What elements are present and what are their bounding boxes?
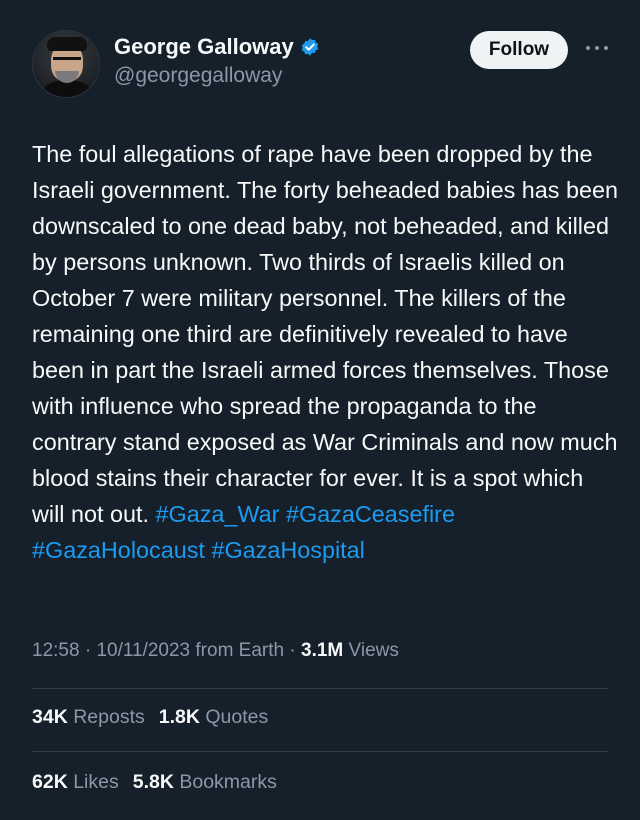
- author-handle[interactable]: @georgegalloway: [114, 64, 320, 88]
- tweet-body: The foul allegations of rape have been d…: [32, 141, 619, 527]
- follow-button[interactable]: Follow: [470, 31, 568, 69]
- divider: [32, 751, 608, 752]
- tweet-text: The foul allegations of rape have been d…: [32, 136, 622, 568]
- more-options-icon[interactable]: [582, 36, 612, 60]
- tweet-date[interactable]: 10/11/2023: [96, 640, 190, 661]
- tweet-meta: 12:58 · 10/11/2023 from Earth · 3.1M Vie…: [32, 640, 399, 661]
- likes-count: 62K: [32, 771, 68, 793]
- bookmarks-stat[interactable]: 5.8K Bookmarks: [133, 771, 277, 793]
- avatar[interactable]: [32, 30, 100, 98]
- bookmarks-label: Bookmarks: [179, 771, 277, 793]
- stats-row-reposts: 34K Reposts 1.8K Quotes: [32, 706, 282, 729]
- hashtag-link[interactable]: #GazaHospital: [211, 537, 364, 563]
- tweet-header: George Galloway @georgegalloway Follow: [32, 28, 620, 100]
- quotes-label: Quotes: [205, 706, 269, 728]
- hashtag-link[interactable]: #GazaCeasefire: [286, 501, 455, 527]
- avatar-body: [39, 81, 95, 97]
- reposts-count: 34K: [32, 706, 68, 728]
- verified-badge-icon: [301, 38, 318, 56]
- author-block: George Galloway @georgegalloway: [114, 34, 320, 88]
- avatar-hat: [47, 37, 87, 51]
- tweet-time[interactable]: 12:58: [32, 640, 80, 661]
- avatar-glasses: [53, 57, 81, 66]
- reposts-label: Reposts: [73, 706, 145, 728]
- hashtag-link[interactable]: #Gaza_War: [156, 501, 280, 527]
- divider: [32, 688, 608, 689]
- tweet-source: from Earth: [195, 640, 285, 661]
- views-count[interactable]: 3.1M: [301, 640, 343, 661]
- more-dot: [604, 46, 608, 50]
- reposts-stat[interactable]: 34K Reposts: [32, 706, 145, 728]
- quotes-stat[interactable]: 1.8K Quotes: [159, 706, 269, 728]
- likes-stat[interactable]: 62K Likes: [32, 771, 119, 793]
- more-dot: [595, 46, 599, 50]
- more-dot: [586, 46, 590, 50]
- name-row: George Galloway: [114, 34, 320, 60]
- quotes-count: 1.8K: [158, 706, 200, 728]
- likes-label: Likes: [73, 771, 119, 793]
- hashtag-link[interactable]: #GazaHolocaust: [32, 537, 205, 563]
- bookmarks-count: 5.8K: [132, 771, 174, 793]
- author-display-name[interactable]: George Galloway: [114, 34, 294, 60]
- views-label: Views: [348, 640, 399, 661]
- stats-row-likes: 62K Likes 5.8K Bookmarks: [32, 771, 291, 794]
